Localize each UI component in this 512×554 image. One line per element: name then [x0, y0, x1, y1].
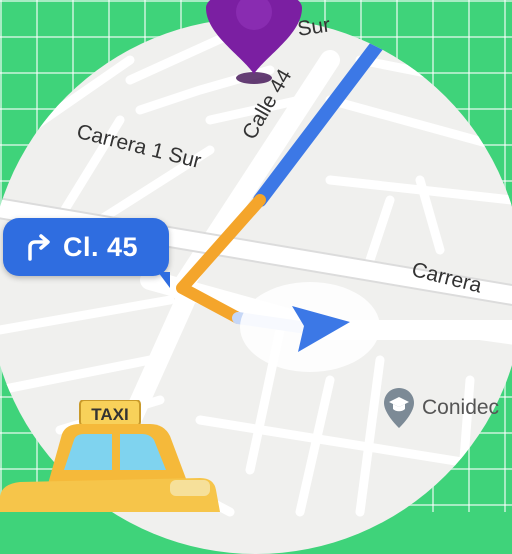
turn-right-arrow-icon: [28, 234, 50, 261]
next-turn-banner[interactable]: Cl. 45: [3, 218, 170, 288]
poi-conidec[interactable]: Conidec: [382, 386, 499, 430]
graduation-cap-pin-icon: [384, 388, 414, 428]
poi-label: Conidec: [422, 396, 500, 419]
taxi-icon: TAXI: [0, 400, 220, 512]
destination-pin-icon[interactable]: [202, 0, 310, 90]
taxi-sign-text: TAXI: [91, 405, 128, 424]
next-turn-street: Cl. 45: [63, 231, 139, 262]
current-location-arrow-icon: [292, 306, 350, 352]
